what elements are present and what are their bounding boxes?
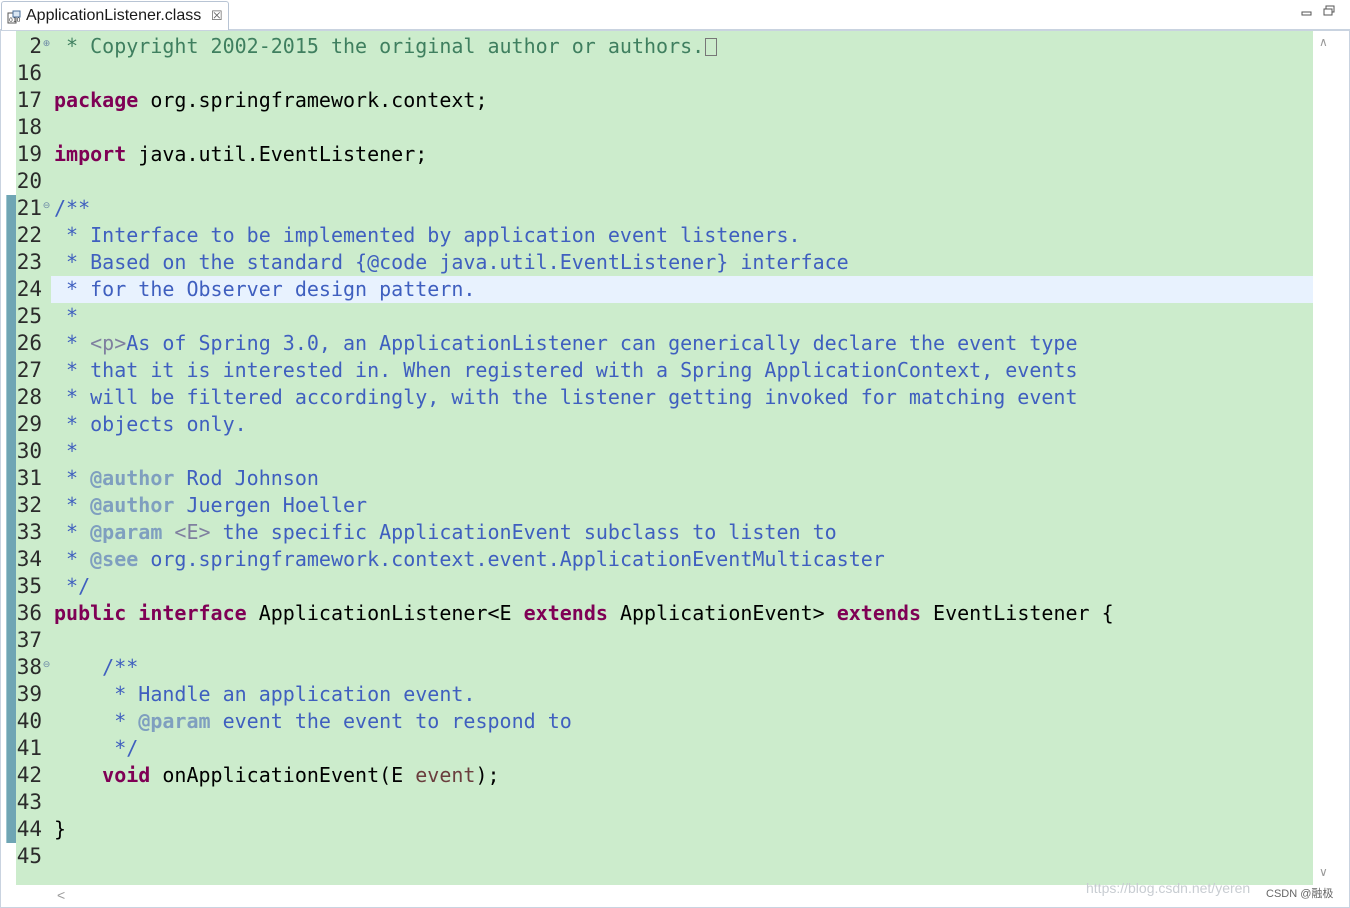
code-line: * for the Observer design pattern. [54,277,476,301]
tab-application-listener[interactable]: 010 ApplicationListener.class ☒ [1,1,229,30]
code-line: * @see org.springframework.context.event… [54,547,885,571]
line-number: 44 [16,817,42,841]
line-number: 28 [16,385,42,409]
line-number-gutter: 2 ⊕ 16 17 18 19 20 21 ⊖ 22 23 24 25 26 27 … [16,31,51,885]
maximize-icon[interactable] [1322,4,1336,18]
code-line: * [54,439,79,463]
line-number: 21 ⊖ [16,196,51,220]
svg-text:010: 010 [9,17,21,24]
code-line: */ [54,736,139,760]
editor-tab-bar: 010 ApplicationListener.class ☒ [0,0,1350,30]
watermark: https://blog.csdn.net/yeren [1086,880,1251,896]
code-line: package org.springframework.context; [54,88,488,112]
line-number: 19 [16,142,42,166]
line-number: 23 [16,250,42,274]
close-icon[interactable]: ☒ [211,8,223,24]
line-number: 18 [16,115,42,139]
tab-title: ApplicationListener.class [26,7,202,24]
line-number: 40 [16,709,42,733]
line-number: 27 [16,358,42,382]
code-line: */ [54,574,91,598]
code-line: * Handle an application event. [54,682,476,706]
line-number: 37 [16,628,42,652]
line-number: 34 [16,547,42,571]
line-number: 2 ⊕ [29,34,51,58]
line-number: 42 [16,763,42,787]
brand-label: CSDN @融极 [1266,888,1334,900]
line-number: 25 [16,304,42,328]
vertical-scrollbar[interactable]: ∧ ∨ [1313,31,1336,885]
line-number: 17 [16,88,42,112]
overview-ruler[interactable] [1336,31,1349,885]
code-line: public interface ApplicationListener<E e… [54,601,1114,625]
code-line: /** [54,655,139,679]
code-line: * @author Juergen Hoeller [54,493,368,517]
code-line: * @author Rod Johnson [54,466,319,490]
line-number: 39 [16,682,42,706]
code-line: void onApplicationEvent(E event); [102,763,500,787]
code-line: * objects only. [54,412,247,436]
line-number: 26 [16,331,42,355]
code-text-area[interactable]: * Copyright 2002-2015 the original autho… [51,31,1313,885]
line-number: 36 [16,601,42,625]
scroll-down-icon[interactable]: ∨ [1319,865,1328,879]
code-line: * will be filtered accordingly, with the… [54,385,1078,409]
line-number: 45 [16,844,42,868]
minimize-icon[interactable] [1300,4,1314,18]
line-number: 20 [16,169,42,193]
left-ruler [1,31,16,885]
code-line: * that it is interested in. When registe… [54,358,1078,382]
line-number: 43 [16,790,42,814]
line-number: 16 [16,61,42,85]
code-line: import java.util.EventListener; [54,142,428,166]
line-number: 32 [16,493,42,517]
line-number: 41 [16,736,42,760]
code-line: /** [54,196,91,220]
line-number: 33 [16,520,42,544]
line-number: 31 [16,466,42,490]
scroll-left-icon[interactable]: < [57,887,65,903]
quick-diff-bar [6,195,16,843]
line-number: 22 [16,223,42,247]
code-line: * [54,304,79,328]
line-number: 30 [16,439,42,463]
class-file-icon: 010 [7,10,21,24]
code-line: * @param <E> the specific ApplicationEve… [54,520,837,544]
scroll-up-icon[interactable]: ∧ [1319,35,1328,49]
code-line: * @param event the event to respond to [54,709,572,733]
code-line: } [54,817,67,841]
folded-region-icon[interactable] [705,38,718,56]
collapse-fold-icon[interactable]: ⊖ [42,661,51,670]
line-number: 24 [16,277,42,301]
collapse-fold-icon[interactable]: ⊖ [42,202,51,211]
code-line: * <p>As of Spring 3.0, an ApplicationLis… [54,331,1078,355]
code-line: * Interface to be implemented by applica… [54,223,801,247]
code-line: * Based on the standard {@code java.util… [54,250,849,274]
expand-fold-icon[interactable]: ⊕ [42,40,51,49]
code-line: * Copyright 2002-2015 the original autho… [54,33,718,60]
java-class-editor[interactable]: 2 ⊕ 16 17 18 19 20 21 ⊖ 22 23 24 25 26 27 … [0,30,1350,908]
line-number: 38 ⊖ [16,655,51,679]
line-number: 29 [16,412,42,436]
line-number: 35 [16,574,42,598]
